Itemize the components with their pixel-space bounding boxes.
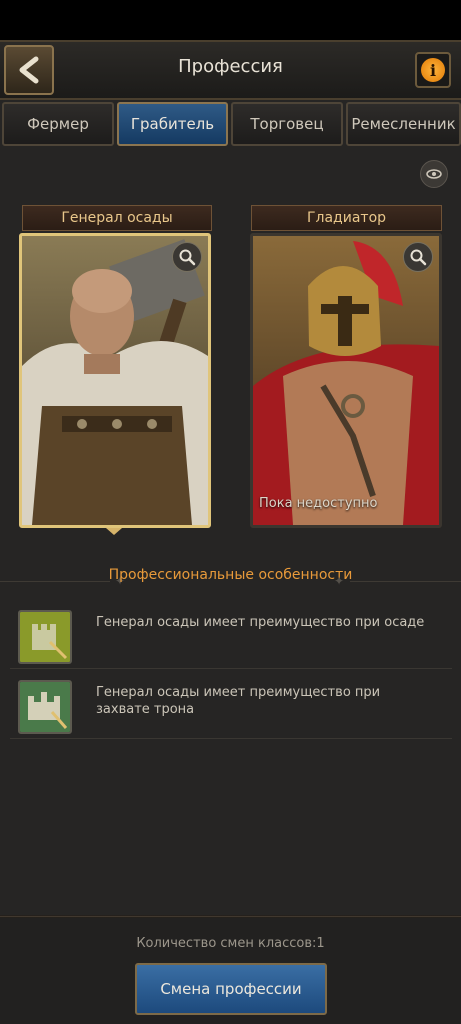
unavailable-note: Пока недоступно <box>259 496 378 511</box>
feature-row: Генерал осады имеет преимущество при зах… <box>10 674 452 739</box>
tab-robber[interactable]: Грабитель <box>117 102 228 146</box>
tab-craftsman[interactable]: Ремесленник <box>346 102 461 146</box>
class-card-gladiator[interactable]: Пока недоступно <box>250 233 442 528</box>
zoom-button[interactable] <box>172 242 202 272</box>
class-label-siege-general: Генерал осады <box>22 205 212 231</box>
eye-icon <box>426 169 442 179</box>
class-change-count: Количество смен классов:1 <box>136 936 325 951</box>
page-title: Профессия <box>178 56 283 77</box>
feature-text: Генерал осады имеет преимущество при зах… <box>96 685 381 717</box>
zoom-button[interactable] <box>403 242 433 272</box>
feature-text: Генерал осады имеет преимущество при оса… <box>96 615 425 630</box>
throne-castle-icon <box>18 680 72 734</box>
tab-farmer[interactable]: Фермер <box>2 102 114 146</box>
profession-tabs: Фермер Грабитель Торговец Ремесленник <box>0 100 461 148</box>
selection-marker <box>106 528 122 535</box>
feature-row: Генерал осады имеет преимущество при оса… <box>10 604 452 669</box>
gladiator-portrait <box>253 236 439 525</box>
header-bar: Профессия i <box>0 40 461 100</box>
info-button[interactable]: i <box>415 52 451 88</box>
siege-general-portrait <box>22 236 208 525</box>
divider <box>350 581 461 582</box>
magnifier-icon <box>179 249 196 266</box>
change-profession-button[interactable]: Смена профессии <box>135 963 327 1015</box>
magnifier-icon <box>410 249 427 266</box>
class-label-gladiator: Гладиатор <box>251 205 442 231</box>
status-bar <box>0 0 461 40</box>
divider-ornament-icon: ✦ <box>334 574 345 588</box>
info-icon: i <box>421 58 445 82</box>
settings-button[interactable] <box>420 160 448 188</box>
class-card-siege-general[interactable] <box>19 233 211 528</box>
tab-trader[interactable]: Торговец <box>231 102 343 146</box>
siege-castle-icon <box>18 610 72 664</box>
